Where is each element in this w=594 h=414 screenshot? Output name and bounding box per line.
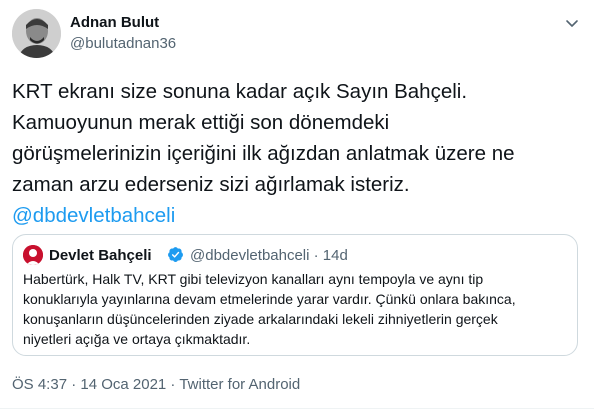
quoted-tweet-header: Devlet Bahçeli @dbdevletbahceli · 14d [23,244,563,266]
divider [0,408,594,409]
verified-badge-icon [167,246,184,263]
tweet-text-line: zaman arzu ederseniz sizi ağırlamak iste… [12,173,410,196]
quoted-tweet-text: Habertürk, Halk TV, KRT gibi televizyon … [23,269,569,349]
author-avatar[interactable] [12,9,61,58]
mention-link[interactable]: @dbdevletbahceli [12,200,587,231]
quoted-author-handle[interactable]: @dbdevletbahceli · 14d [190,247,348,264]
tweet-text: KRT ekranı size sonuna kadar açık Sayın … [12,76,587,231]
author-name[interactable]: Adnan Bulut [70,14,159,31]
quoted-author-name[interactable]: Devlet Bahçeli [49,247,152,264]
tweet-text-line: Kamuoyunun merak ettiği son dönemdeki [12,111,390,134]
quoted-tweet[interactable]: Devlet Bahçeli @dbdevletbahceli · 14d Ha… [12,234,578,356]
tweet-header: Adnan Bulut @bulutadnan36 [12,9,582,59]
quoted-text-line: konuşanların düşüncelerinden ziyade arka… [23,311,498,327]
author-handle[interactable]: @bulutadnan36 [70,35,176,52]
tweet-timestamp[interactable]: ÖS 4:37 · 14 Oca 2021 · Twitter for Andr… [12,376,300,393]
quoted-text-line: Habertürk, Halk TV, KRT gibi televizyon … [23,271,484,287]
quoted-text-line: niyetleri açığa ve ortaya çıkmaktadır. [23,331,251,347]
quoted-text-line: konuklarıyla yayınlarına devam etmelerin… [23,291,516,307]
tweet-text-line: görüşmelerinizin içeriğini ilk ağızdan a… [12,142,515,165]
chevron-down-icon[interactable] [562,13,582,33]
quoted-author-avatar[interactable] [23,245,43,265]
tweet-text-line: KRT ekranı size sonuna kadar açık Sayın … [12,80,468,103]
